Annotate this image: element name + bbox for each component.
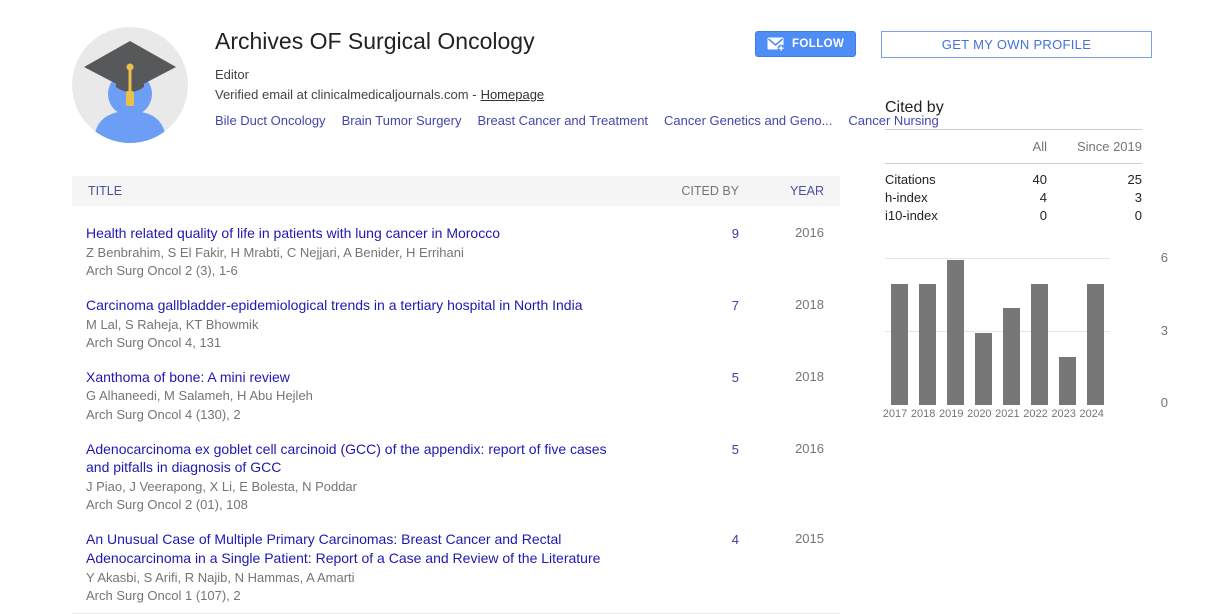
article-row: Health related quality of life in patien… bbox=[72, 216, 840, 288]
metric-since-value: 25 bbox=[1047, 171, 1142, 189]
articles-table: TITLE CITED BY YEAR Health related quali… bbox=[72, 176, 840, 614]
chart-ytick-label: 3 bbox=[1128, 323, 1168, 338]
cited-by-title: Cited by bbox=[885, 99, 1142, 129]
chart-ytick-label: 0 bbox=[1128, 395, 1168, 410]
cited-by-panel: Cited by All Since 2019 Citations 40 25 … bbox=[885, 99, 1142, 225]
interest-link-brain-tumor-surgery[interactable]: Brain Tumor Surgery bbox=[342, 113, 462, 128]
cited-by-header-row: All Since 2019 bbox=[885, 130, 1142, 163]
article-authors: Y Akasbi, S Arifi, R Najib, N Hammas, A … bbox=[86, 569, 649, 586]
articles-table-header: TITLE CITED BY YEAR bbox=[72, 176, 840, 206]
chart-bar-2017[interactable] bbox=[891, 284, 908, 405]
article-authors: G Alhaneedi, M Salameh, H Abu Hejleh bbox=[86, 387, 649, 404]
chart-year-label: 2017 bbox=[881, 408, 909, 420]
chart-year-label: 2018 bbox=[909, 408, 937, 420]
follow-button-label: FOLLOW bbox=[792, 38, 844, 50]
interest-link-cancer-genetics[interactable]: Cancer Genetics and Geno... bbox=[664, 113, 832, 128]
profile-avatar bbox=[72, 27, 188, 143]
article-venue: Arch Surg Oncol 1 (107), 2 bbox=[86, 587, 649, 604]
article-year: 2018 bbox=[795, 297, 824, 312]
article-row: Carcinoma gallbladder-epidemiological tr… bbox=[72, 288, 840, 360]
article-venue: Arch Surg Oncol 4, 131 bbox=[86, 334, 649, 351]
interest-link-breast-cancer-and-treatment[interactable]: Breast Cancer and Treatment bbox=[478, 113, 649, 128]
chart-bar-2023[interactable] bbox=[1059, 357, 1076, 405]
article-year: 2015 bbox=[795, 531, 824, 546]
chart-bar-2020[interactable] bbox=[975, 333, 992, 406]
article-venue: Arch Surg Oncol 2 (01), 108 bbox=[86, 496, 649, 513]
metric-all-value: 4 bbox=[987, 189, 1047, 207]
chart-gridline bbox=[885, 258, 1110, 259]
article-title-link[interactable]: Xanthoma of bone: A mini review bbox=[86, 368, 649, 387]
citations-bar-chart: 036 20172018201920202021202220232024 bbox=[885, 258, 1110, 405]
chart-year-label: 2021 bbox=[993, 408, 1021, 420]
article-year: 2016 bbox=[795, 441, 824, 456]
cited-by-row-h-index: h-index 4 3 bbox=[885, 189, 1142, 207]
sort-by-cited-link[interactable]: CITED BY bbox=[681, 184, 739, 198]
cited-by-col-all: All bbox=[987, 139, 1047, 154]
metric-label: i10-index bbox=[885, 207, 987, 225]
follow-button[interactable]: FOLLOW bbox=[755, 31, 856, 57]
article-title-link[interactable]: Adenocarcinoma ex goblet cell carcinoid … bbox=[86, 440, 649, 477]
chart-year-label: 2024 bbox=[1078, 408, 1106, 420]
cited-count-link[interactable]: 4 bbox=[649, 532, 739, 547]
metric-label: Citations bbox=[885, 171, 987, 189]
sort-by-title-link[interactable]: TITLE bbox=[88, 184, 122, 198]
citations-chart-xaxis: 20172018201920202021202220232024 bbox=[881, 408, 1121, 420]
homepage-link[interactable]: Homepage bbox=[481, 87, 545, 102]
profile-name: Archives OF Surgical Oncology bbox=[215, 28, 715, 56]
article-title-link[interactable]: Carcinoma gallbladder-epidemiological tr… bbox=[86, 296, 649, 315]
chart-bar-2024[interactable] bbox=[1087, 284, 1104, 405]
interest-link-bile-duct-oncology[interactable]: Bile Duct Oncology bbox=[215, 113, 326, 128]
interests-list: Bile Duct Oncology Brain Tumor Surgery Bre… bbox=[215, 111, 695, 132]
cited-count-link[interactable]: 9 bbox=[649, 226, 739, 241]
chart-bar-2021[interactable] bbox=[1003, 308, 1020, 405]
graduation-cap-person-icon bbox=[72, 130, 188, 143]
chart-year-label: 2022 bbox=[1021, 408, 1049, 420]
metric-label: h-index bbox=[885, 189, 987, 207]
verified-email: Verified email at clinicalmedicaljournal… bbox=[215, 87, 715, 102]
article-title-link[interactable]: An Unusual Case of Multiple Primary Carc… bbox=[86, 530, 649, 567]
chart-year-label: 2020 bbox=[965, 408, 993, 420]
article-authors: J Piao, J Veerapong, X Li, E Bolesta, N … bbox=[86, 478, 649, 495]
metric-all-value: 0 bbox=[987, 207, 1047, 225]
metric-all-value: 40 bbox=[987, 171, 1047, 189]
cited-by-row-i10-index: i10-index 0 0 bbox=[885, 207, 1142, 225]
chart-year-label: 2019 bbox=[937, 408, 965, 420]
profile-role: Editor bbox=[215, 67, 715, 82]
metric-since-value: 0 bbox=[1047, 207, 1142, 225]
article-venue: Arch Surg Oncol 4 (130), 2 bbox=[86, 406, 649, 423]
cited-count-link[interactable]: 5 bbox=[649, 370, 739, 385]
article-venue: Arch Surg Oncol 2 (3), 1-6 bbox=[86, 262, 649, 279]
chart-bar-2022[interactable] bbox=[1031, 284, 1048, 405]
cited-by-col-since: Since 2019 bbox=[1047, 139, 1142, 154]
article-authors: M Lal, S Raheja, KT Bhowmik bbox=[86, 316, 649, 333]
cited-by-row-citations: Citations 40 25 bbox=[885, 171, 1142, 189]
article-row: Xanthoma of bone: A mini review G Alhane… bbox=[72, 360, 840, 432]
metric-since-value: 3 bbox=[1047, 189, 1142, 207]
article-row: An Unusual Case of Multiple Primary Carc… bbox=[72, 522, 840, 614]
verified-email-text: Verified email at clinicalmedicaljournal… bbox=[215, 87, 477, 102]
article-year: 2016 bbox=[795, 225, 824, 240]
article-authors: Z Benbrahim, S El Fakir, H Mrabti, C Nej… bbox=[86, 244, 649, 261]
chart-ytick-label: 6 bbox=[1128, 250, 1168, 265]
chart-year-label: 2023 bbox=[1050, 408, 1078, 420]
sort-by-year-link[interactable]: YEAR bbox=[790, 184, 824, 198]
envelope-plus-icon bbox=[767, 37, 785, 51]
article-title-link[interactable]: Health related quality of life in patien… bbox=[86, 224, 649, 243]
chart-bar-2018[interactable] bbox=[919, 284, 936, 405]
chart-bar-2019[interactable] bbox=[947, 260, 964, 405]
cited-count-link[interactable]: 7 bbox=[649, 298, 739, 313]
article-year: 2018 bbox=[795, 369, 824, 384]
cited-count-link[interactable]: 5 bbox=[649, 442, 739, 457]
get-my-own-profile-button[interactable]: GET MY OWN PROFILE bbox=[881, 31, 1152, 58]
article-row: Adenocarcinoma ex goblet cell carcinoid … bbox=[72, 432, 840, 523]
citations-chart-plot: 036 bbox=[885, 258, 1110, 405]
